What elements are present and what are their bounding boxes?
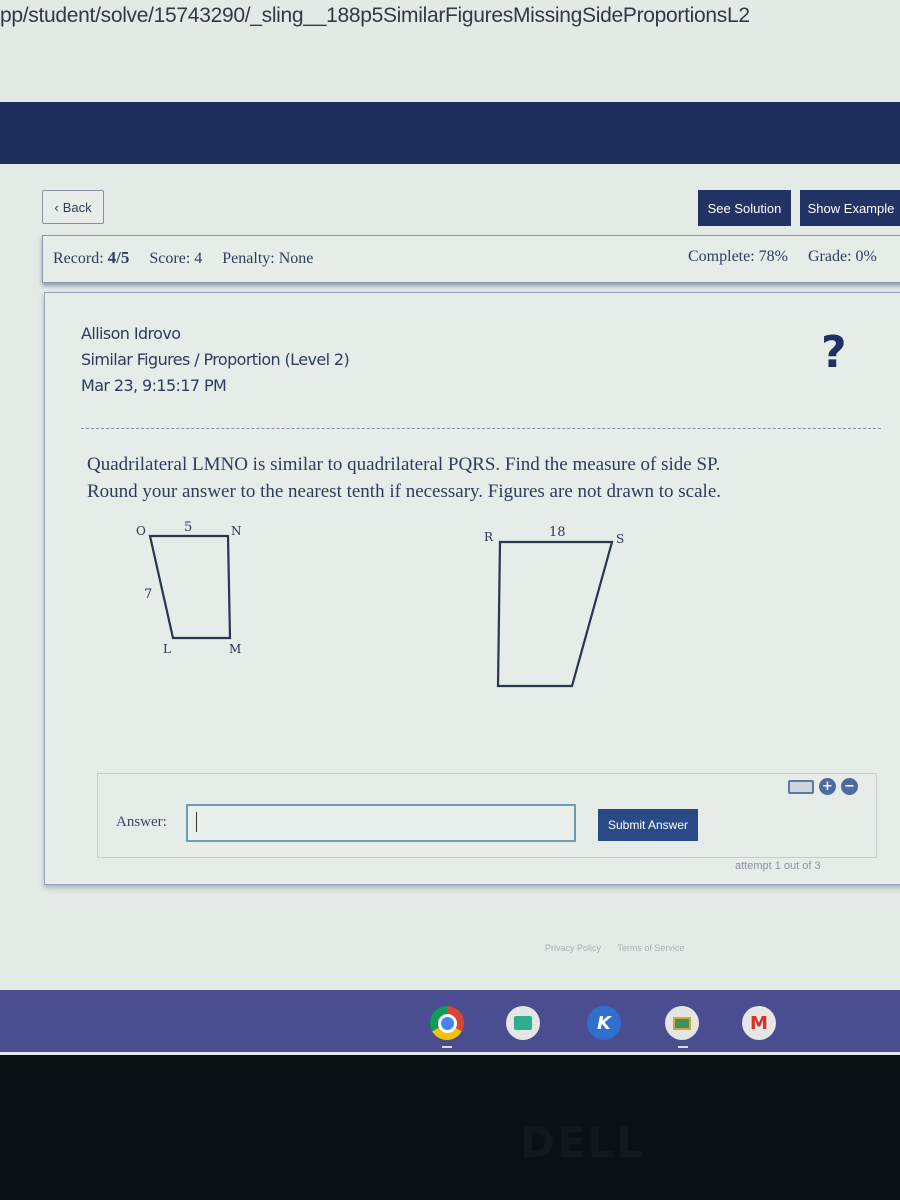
figure-lmno: O N L M 5 7 [136, 520, 242, 656]
score-label: Score: [149, 250, 191, 267]
grade-label: Grade: [807, 248, 852, 265]
zoom-in-icon[interactable]: + [819, 778, 836, 795]
question-line-1: Quadrilateral LMNO is similar to quadril… [87, 454, 721, 475]
answer-tools: + − [788, 778, 858, 795]
keyboard-icon[interactable] [788, 779, 814, 794]
record-value: 4/5 [107, 248, 130, 267]
record-bar: Record: 4/5 Score: 4 Penalty: None Compl… [42, 235, 900, 283]
gmail-icon[interactable]: M [742, 1006, 776, 1040]
terms-link[interactable]: Terms of Service [617, 943, 684, 953]
vertex-o: O [136, 524, 146, 538]
google-classroom-icon[interactable] [665, 1006, 699, 1040]
attempt-counter: attempt 1 out of 3 [735, 860, 821, 872]
side-rs-length: 18 [549, 525, 566, 540]
answer-input[interactable] [186, 804, 576, 842]
back-label: Back [62, 199, 92, 215]
penalty-label: Penalty: [222, 250, 275, 267]
kami-icon[interactable]: K [587, 1006, 621, 1040]
side-on-length: 5 [184, 520, 192, 535]
skill-topic: Similar Figures / Proportion (Level 2) [81, 350, 350, 369]
show-example-button[interactable]: Show Example [800, 190, 900, 226]
student-info: Allison Idrovo Similar Figures / Proport… [81, 321, 350, 399]
quadrilateral-lmno [148, 534, 232, 640]
penalty-value: None [278, 250, 314, 267]
divider [81, 428, 881, 429]
vertex-p: P [575, 691, 583, 693]
running-indicator [678, 1046, 688, 1048]
question-text: Quadrilateral LMNO is similar to quadril… [87, 451, 887, 505]
complete-label: Complete: [688, 248, 755, 265]
score-value: 4 [194, 250, 203, 267]
chrome-icon[interactable] [430, 1006, 464, 1040]
zoom-out-icon[interactable]: − [841, 778, 858, 795]
vertex-r: R [484, 530, 494, 544]
complete-value: 78% [758, 248, 788, 265]
text-caret [196, 812, 197, 832]
problem-panel: Allison Idrovo Similar Figures / Proport… [44, 292, 900, 885]
see-solution-button[interactable]: See Solution [698, 190, 791, 226]
footer-links: Privacy Policy Terms of Service [545, 943, 698, 953]
back-button[interactable]: ‹ Back [42, 190, 104, 224]
side-ol-length: 7 [144, 587, 152, 602]
help-icon[interactable]: ? [821, 327, 847, 378]
figure-pqrs: R S Q P 18 [484, 525, 624, 693]
progress-stats: Complete: 78% Grade: 0% [688, 248, 877, 266]
chevron-left-icon: ‹ [54, 199, 59, 215]
answer-area: + − Answer: Submit Answer [97, 773, 877, 858]
question-line-2: Round your answer to the nearest tenth i… [87, 481, 722, 502]
classroom-app-icon[interactable] [506, 1006, 540, 1040]
grade-value: 0% [855, 248, 877, 265]
laptop-brand-logo: DELL [520, 1118, 646, 1167]
timestamp: Mar 23, 9:15:17 PM [81, 376, 227, 395]
quadrilateral-pqrs [496, 540, 614, 688]
privacy-policy-link[interactable]: Privacy Policy [545, 943, 601, 953]
browser-url-bar[interactable]: pp/student/solve/15743290/_sling__188p5S… [0, 0, 900, 100]
submit-answer-button[interactable]: Submit Answer [598, 809, 698, 841]
vertex-n: N [231, 524, 242, 538]
vertex-m: M [229, 642, 241, 656]
record-stats: Record: 4/5 Score: 4 Penalty: None [53, 248, 313, 268]
site-header-band [0, 102, 900, 164]
vertex-l: L [163, 642, 171, 656]
answer-label: Answer: [116, 814, 167, 830]
student-name: Allison Idrovo [81, 324, 181, 343]
vertex-s: S [616, 532, 624, 546]
url-text[interactable]: pp/student/solve/15743290/_sling__188p5S… [0, 4, 750, 28]
record-label: Record: [53, 250, 104, 267]
screen: pp/student/solve/15743290/_sling__188p5S… [0, 0, 900, 1055]
vertex-q: Q [485, 691, 495, 693]
running-indicator [442, 1046, 452, 1048]
